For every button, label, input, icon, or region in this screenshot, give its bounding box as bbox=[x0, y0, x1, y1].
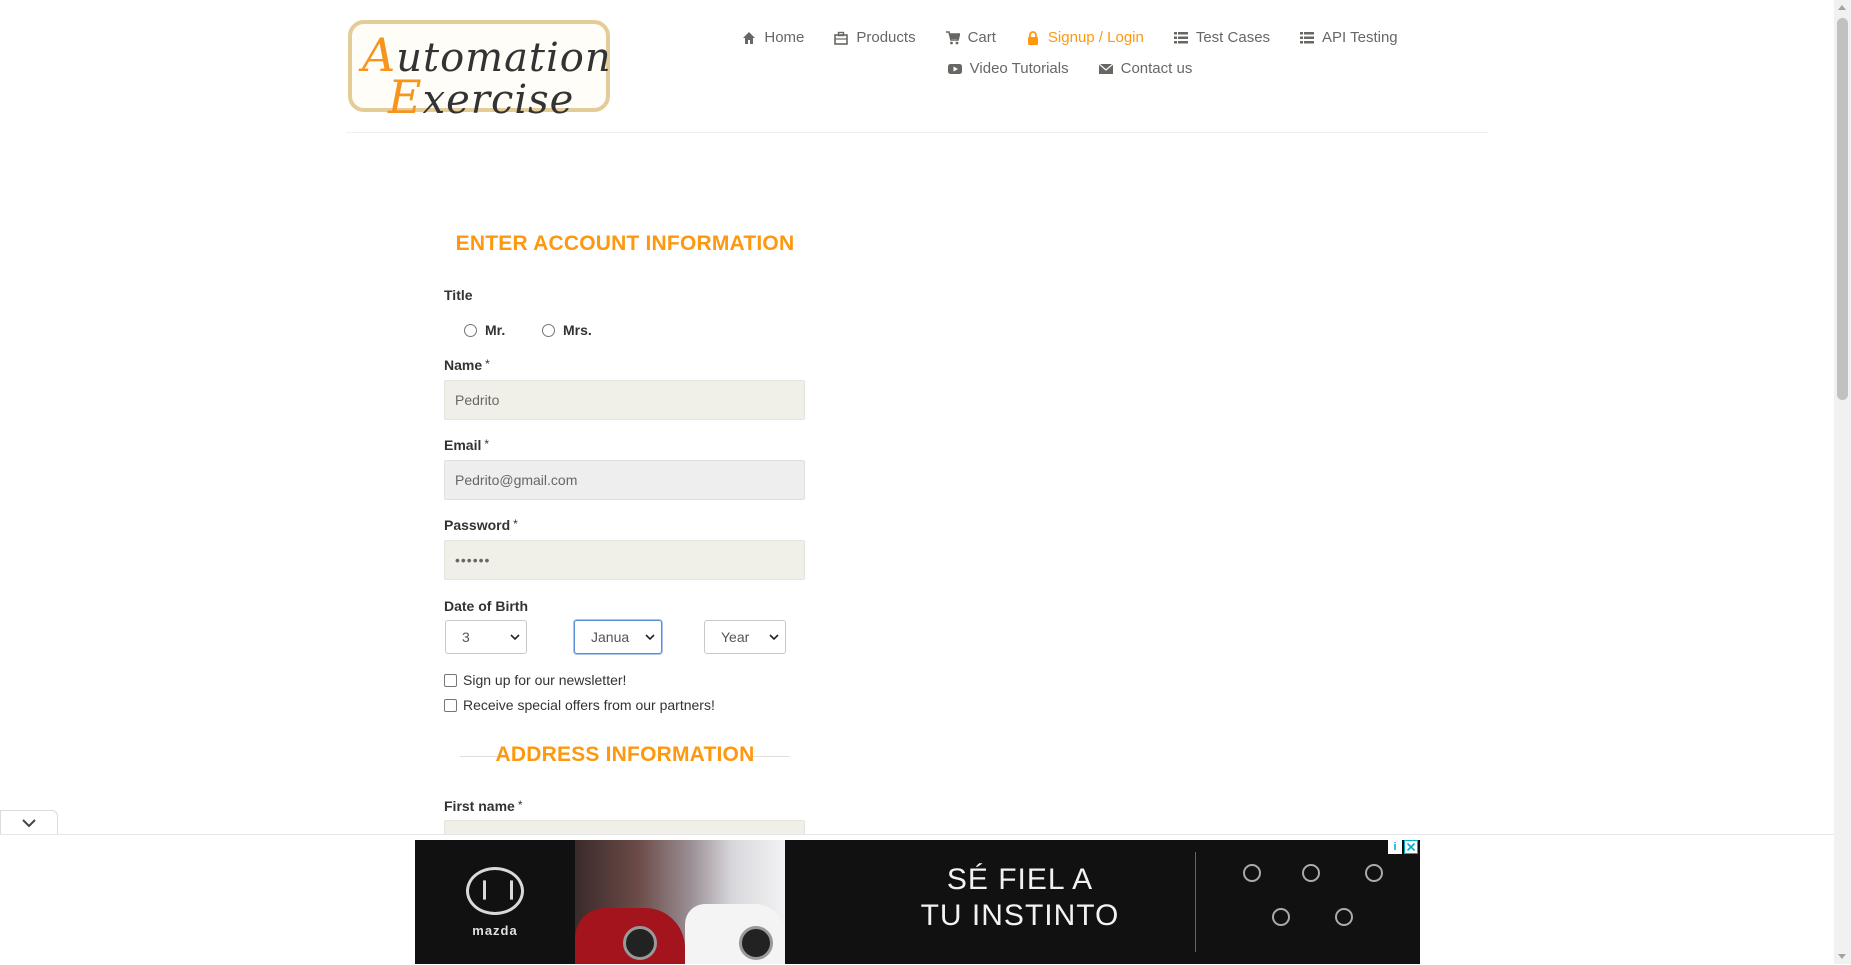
nav-home-label: Home bbox=[764, 29, 805, 46]
title-mr-label: Mr. bbox=[485, 322, 506, 338]
wheel-icon bbox=[623, 926, 657, 960]
nav-home[interactable]: Home bbox=[727, 26, 819, 49]
nav-api-testing[interactable]: API Testing bbox=[1285, 26, 1413, 49]
list-icon bbox=[1173, 31, 1188, 43]
radio-mr[interactable] bbox=[464, 323, 477, 337]
ad-info-icon[interactable]: i bbox=[1388, 840, 1402, 854]
first-name-label: First name * bbox=[444, 798, 523, 814]
feature-icon bbox=[1302, 864, 1320, 882]
ad-close-icon[interactable] bbox=[1404, 840, 1418, 854]
offers-label: Receive special offers from our partners… bbox=[463, 697, 715, 713]
scroll-thumb[interactable] bbox=[1837, 18, 1848, 400]
nav-video-tutorials-label: Video Tutorials bbox=[969, 60, 1069, 77]
envelope-icon bbox=[1098, 63, 1113, 74]
chevron-down-icon bbox=[510, 634, 520, 641]
nav-cart[interactable]: Cart bbox=[931, 26, 1011, 49]
newsletter-option[interactable]: Sign up for our newsletter! bbox=[444, 672, 626, 688]
ad-brand: mazda bbox=[472, 922, 518, 938]
page-scrollbar[interactable] bbox=[1834, 0, 1851, 964]
nav-products[interactable]: Products bbox=[819, 26, 930, 49]
products-icon bbox=[834, 31, 849, 45]
scroll-down-arrow-icon[interactable] bbox=[1838, 954, 1846, 959]
nav-cart-label: Cart bbox=[967, 29, 996, 46]
account-info-heading: ENTER ACCOUNT INFORMATION bbox=[455, 232, 795, 255]
lock-icon bbox=[1027, 30, 1038, 45]
nav-contact-us[interactable]: Contact us bbox=[1084, 57, 1208, 80]
address-info-heading: ADDRESS INFORMATION bbox=[495, 743, 755, 766]
radio-mrs[interactable] bbox=[542, 323, 555, 337]
ad-slogan-line-1: SÉ FIEL A bbox=[946, 863, 1094, 896]
ad-collapse-button[interactable] bbox=[0, 810, 58, 834]
scroll-up-arrow-icon[interactable] bbox=[1838, 5, 1846, 10]
nav-video-tutorials[interactable]: Video Tutorials bbox=[933, 57, 1084, 80]
title-mrs-label: Mrs. bbox=[563, 322, 592, 338]
title-mrs-radio[interactable]: Mrs. bbox=[542, 322, 592, 338]
nav-signup-login-label: Signup / Login bbox=[1047, 29, 1144, 46]
main-nav: Home Products Cart Signup / Login Test C… bbox=[740, 26, 1400, 88]
feature-icon bbox=[1365, 864, 1383, 882]
offers-checkbox[interactable] bbox=[444, 698, 457, 712]
name-label: Name * bbox=[444, 357, 490, 373]
youtube-icon bbox=[947, 63, 962, 74]
title-mr-radio[interactable]: Mr. bbox=[464, 322, 505, 338]
dob-label: Date of Birth bbox=[444, 598, 528, 614]
ad-slogan: SÉ FIEL A TU INSTINTO bbox=[875, 862, 1165, 934]
dob-month-value: Janua bbox=[591, 629, 630, 645]
email-label: Email * bbox=[444, 437, 490, 453]
ad-photo bbox=[575, 840, 785, 964]
nav-row-2: Video Tutorials Contact us bbox=[740, 57, 1400, 80]
list-icon bbox=[1300, 31, 1315, 43]
nav-contact-us-label: Contact us bbox=[1120, 60, 1193, 77]
feature-icon bbox=[1272, 908, 1290, 926]
dob-day-select[interactable]: 3 bbox=[445, 620, 527, 654]
mazda-logo: mazda bbox=[415, 840, 575, 964]
mazda-ad-banner[interactable]: mazda SÉ FIEL A TU INSTINTO bbox=[415, 840, 1420, 964]
ad-slogan-line-2: TU INSTINTO bbox=[920, 899, 1120, 932]
nav-test-cases-label: Test Cases bbox=[1195, 29, 1271, 46]
nav-signup-login[interactable]: Signup / Login bbox=[1011, 26, 1159, 49]
wheel-icon bbox=[739, 926, 773, 960]
dob-year-select[interactable]: Year bbox=[704, 620, 786, 654]
ad-separator bbox=[1195, 852, 1196, 952]
newsletter-label: Sign up for our newsletter! bbox=[463, 672, 627, 688]
nav-products-label: Products bbox=[856, 29, 916, 46]
site-logo[interactable]: Automation Exercise bbox=[348, 20, 611, 124]
email-input[interactable]: Pedrito@gmail.com bbox=[444, 460, 805, 500]
mazda-emblem-icon bbox=[466, 866, 524, 915]
feature-icon bbox=[1335, 908, 1353, 926]
dob-year-value: Year bbox=[721, 629, 750, 645]
chevron-down-icon bbox=[22, 819, 36, 828]
home-icon bbox=[743, 31, 756, 44]
title-label: Title bbox=[444, 287, 473, 303]
password-input[interactable]: •••••• bbox=[444, 540, 805, 580]
nav-api-testing-label: API Testing bbox=[1322, 29, 1398, 46]
chevron-down-icon bbox=[645, 634, 655, 641]
chevron-down-icon bbox=[769, 634, 779, 641]
dob-month-select[interactable]: Janua bbox=[574, 620, 662, 654]
cart-icon bbox=[945, 30, 960, 44]
offers-option[interactable]: Receive special offers from our partners… bbox=[444, 697, 715, 713]
dob-day-value: 3 bbox=[462, 629, 470, 645]
nav-test-cases[interactable]: Test Cases bbox=[1159, 26, 1285, 49]
password-label: Password * bbox=[444, 517, 518, 533]
feature-icon bbox=[1243, 864, 1261, 882]
nav-row-1: Home Products Cart Signup / Login Test C… bbox=[740, 26, 1400, 49]
newsletter-checkbox[interactable] bbox=[444, 673, 457, 687]
header-divider bbox=[346, 132, 1488, 133]
logo-line-2: Exercise bbox=[388, 70, 575, 124]
ad-features bbox=[1215, 854, 1405, 950]
name-input[interactable]: Pedrito bbox=[444, 380, 805, 420]
